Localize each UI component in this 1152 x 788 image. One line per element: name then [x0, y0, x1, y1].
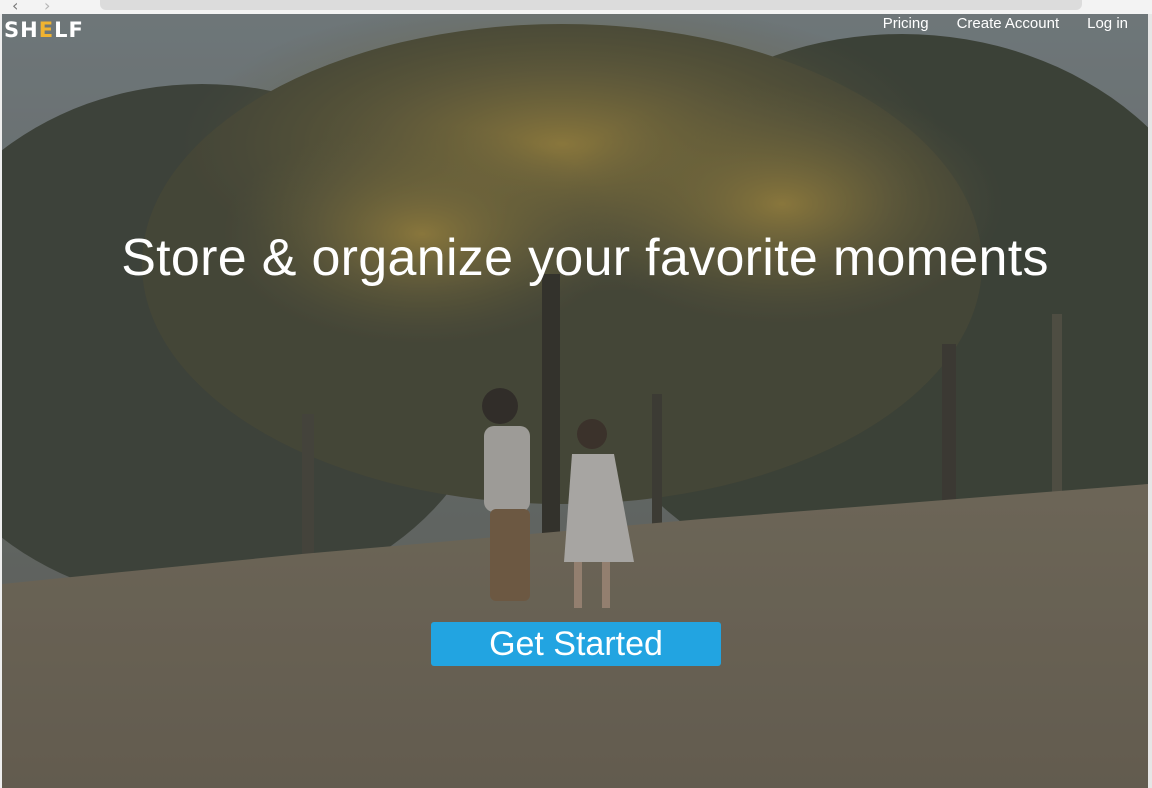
hero-section: SHELF Pricing Create Account Log in Stor… [2, 14, 1148, 788]
shelf-logo[interactable]: SHELF [4, 18, 84, 42]
address-bar[interactable] [100, 0, 1082, 10]
back-arrow-icon[interactable]: ‹ [12, 0, 18, 15]
logo-prefix: SH [4, 18, 39, 42]
dark-overlay [2, 14, 1148, 788]
nav-login-link[interactable]: Log in [1087, 15, 1128, 32]
window-edge [1148, 14, 1152, 788]
nav-create-account-link[interactable]: Create Account [957, 15, 1060, 32]
top-nav: Pricing Create Account Log in [883, 15, 1128, 32]
logo-accent-letter: E [38, 18, 55, 42]
hero-headline: Store & organize your favorite moments [121, 229, 1049, 287]
browser-toolbar: ‹ › [0, 0, 1152, 15]
forward-arrow-icon[interactable]: › [44, 0, 50, 15]
logo-suffix: LF [54, 18, 84, 42]
get-started-button[interactable]: Get Started [431, 622, 721, 666]
nav-pricing-link[interactable]: Pricing [883, 15, 929, 32]
